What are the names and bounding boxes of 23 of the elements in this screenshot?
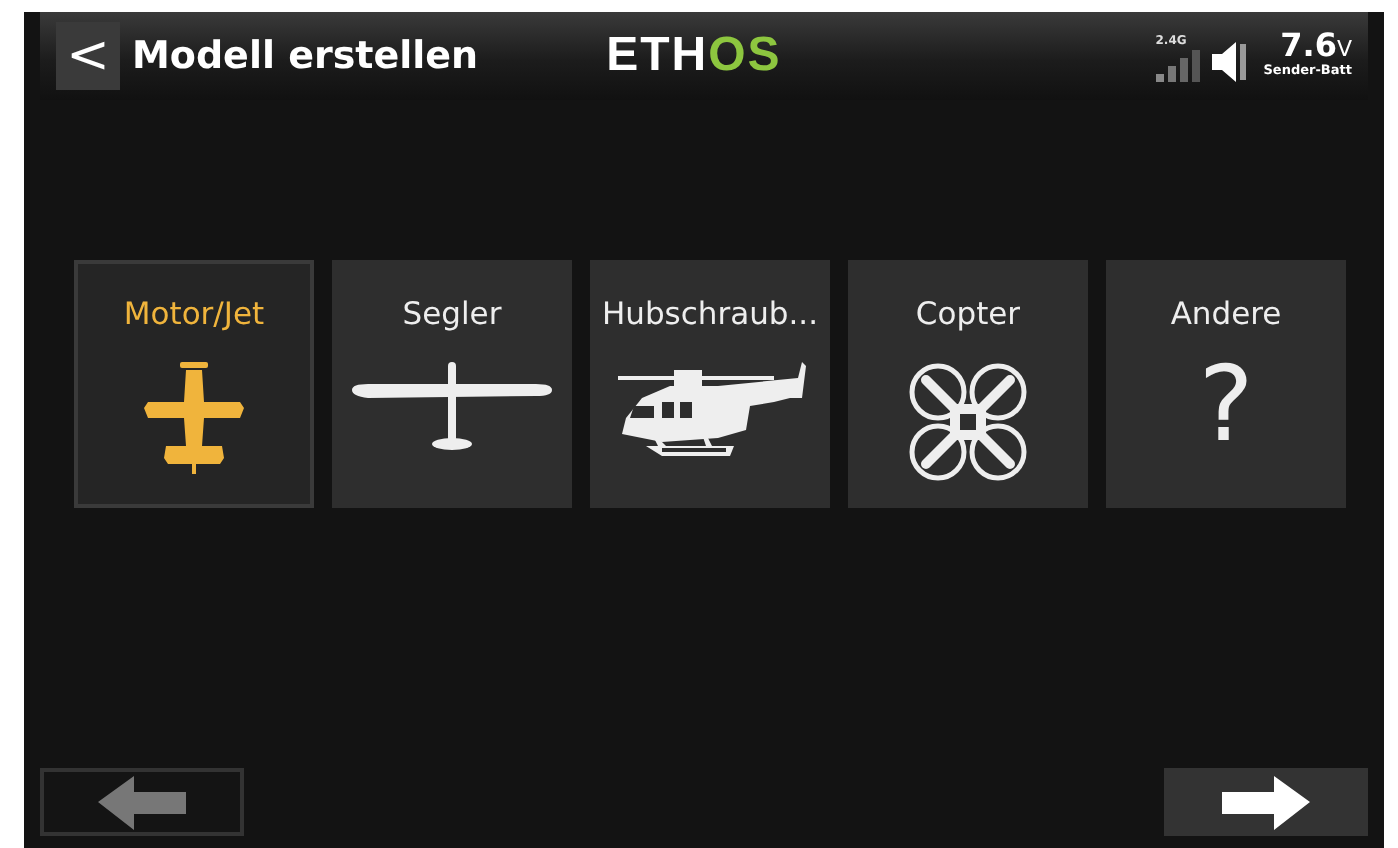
signal-icon — [1155, 49, 1204, 82]
tile-label: Motor/Jet — [123, 294, 265, 336]
airplane-icon — [144, 362, 244, 475]
model-type-tile[interactable]: Segler — [332, 260, 572, 508]
glider-icon — [348, 362, 556, 455]
screen-title: Modell erstellen — [132, 31, 479, 82]
model-type-tile[interactable]: Hubschraub... — [590, 260, 830, 508]
quadcopter-icon — [908, 362, 1028, 483]
tile-label: Hubschraub... — [601, 294, 819, 336]
speaker-icon — [1211, 41, 1248, 82]
left-arrow-icon — [98, 775, 186, 829]
tile-label: Segler — [402, 294, 502, 336]
model-type-tile[interactable]: Andere ? — [1106, 260, 1346, 508]
next-button[interactable] — [1164, 768, 1368, 836]
tile-label: Copter — [915, 294, 1021, 336]
right-arrow-icon — [1222, 775, 1310, 829]
tile-label: Andere — [1170, 294, 1282, 336]
model-type-tile[interactable]: Motor/Jet — [74, 260, 314, 508]
back-button[interactable]: < — [56, 22, 120, 90]
question-mark-icon: ? — [1198, 354, 1254, 459]
model-type-tile[interactable]: Copter — [848, 260, 1088, 508]
battery-voltage: 7.6V — [1280, 30, 1352, 63]
logo: ETHOS — [606, 26, 782, 86]
